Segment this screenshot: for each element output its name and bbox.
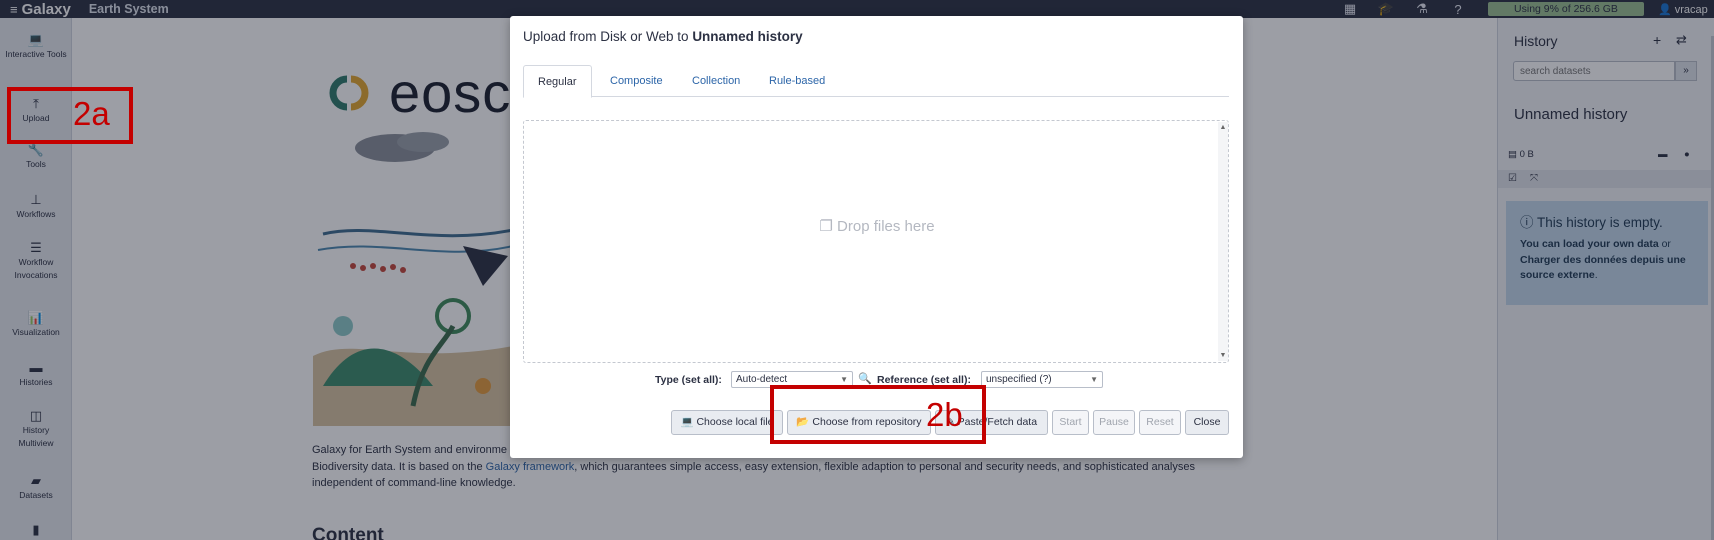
tab-composite[interactable]: Composite [596, 65, 677, 97]
annotation-box-2a [7, 87, 133, 144]
upload-tabs: Regular Composite Collection Rule-based [523, 65, 1229, 98]
annotation-label-2b: 2b [926, 396, 963, 433]
type-select-value: Auto-detect [736, 374, 788, 385]
upload-dialog-title: Upload from Disk or Web to Unnamed histo… [523, 29, 803, 44]
drop-zone-scrollbar[interactable]: ▲ ▼ [1218, 122, 1228, 361]
title-history-name: Unnamed history [692, 29, 803, 44]
drop-zone[interactable]: ❐ Drop files here ▲ ▼ [523, 120, 1229, 363]
copy-icon: ❐ [819, 218, 838, 235]
tab-regular[interactable]: Regular [523, 65, 592, 98]
choose-local-label: Choose local file [696, 416, 774, 428]
caret-down-icon: ▼ [1090, 375, 1098, 384]
title-prefix: Upload from Disk or Web to [523, 29, 693, 44]
choose-local-file-button[interactable]: 💻 Choose local file [671, 410, 783, 435]
reference-select[interactable]: unspecified (?) ▼ [981, 371, 1103, 388]
reset-button[interactable]: Reset [1139, 410, 1181, 435]
close-button[interactable]: Close [1185, 410, 1229, 435]
search-icon[interactable]: 🔍 [858, 372, 872, 385]
tab-rule-based[interactable]: Rule-based [755, 65, 839, 97]
scroll-down-icon[interactable]: ▼ [1218, 352, 1228, 359]
tab-collection[interactable]: Collection [678, 65, 754, 97]
start-button[interactable]: Start [1052, 410, 1089, 435]
type-set-all-label: Type (set all): [655, 374, 722, 386]
scroll-up-icon[interactable]: ▲ [1218, 124, 1228, 131]
pause-button[interactable]: Pause [1093, 410, 1135, 435]
drop-message: ❐ Drop files here [524, 121, 1230, 364]
laptop-icon: 💻 [680, 416, 697, 428]
reference-select-value: unspecified (?) [986, 374, 1052, 385]
drop-text: Drop files here [837, 218, 935, 235]
annotation-label-2a: 2a [73, 95, 110, 132]
